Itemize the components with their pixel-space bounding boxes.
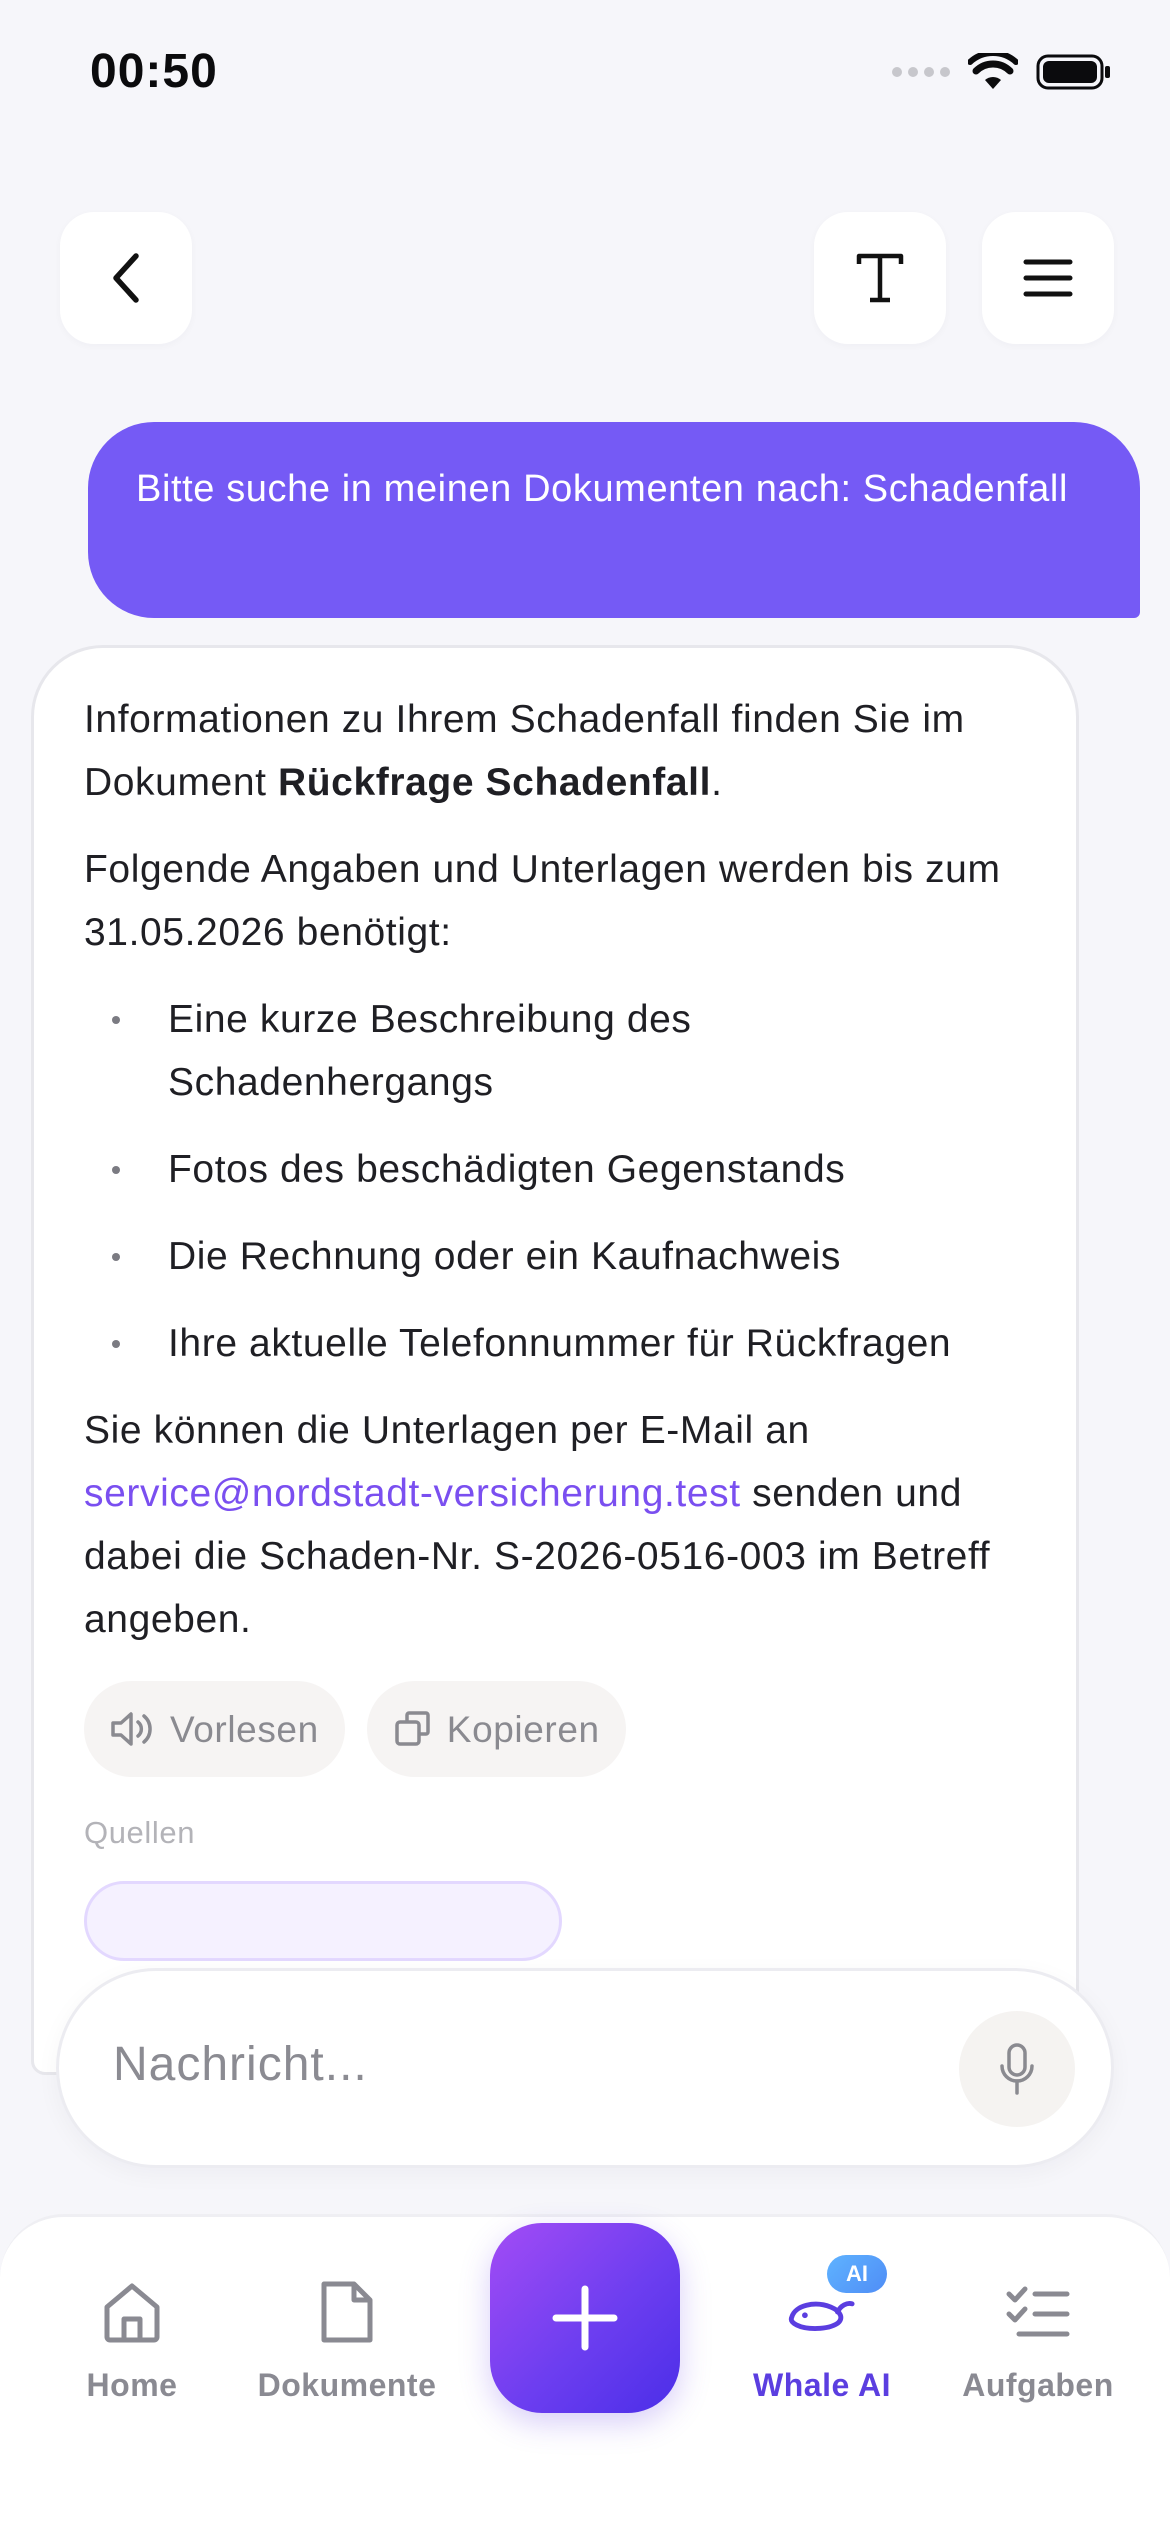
hamburger-menu-icon [1023,259,1073,297]
copy-button[interactable]: Kopieren [366,1681,626,1777]
bullet-icon [112,1016,120,1024]
email-prefix: Sie können die Unterlagen per E-Mail an [84,1409,810,1452]
message-input-bar[interactable]: Nachricht... [56,1968,1114,2168]
microphone-button[interactable] [959,2011,1075,2127]
ai-badge: AI [827,2255,887,2293]
home-icon [104,2283,160,2343]
status-time: 00:50 [90,45,218,98]
status-icons [892,52,1112,92]
signal-icon [892,67,950,77]
list-item: Die Rechnung oder ein Kaufnachweis [84,1225,1028,1288]
tasks-icon [1006,2286,1070,2337]
tab-label: Home [86,2367,178,2403]
list-item-text: Ihre aktuelle Telefonnummer für Rückfrag… [168,1322,952,1365]
document-icon [321,2281,373,2343]
email-link[interactable]: service@nordstadt-versicherung.test [84,1472,741,1515]
chevron-left-icon [113,253,139,303]
tab-label: Aufgaben [962,2367,1114,2403]
tab-label: Dokumente [257,2367,437,2403]
bullet-icon [112,1340,120,1348]
list-item: Ihre aktuelle Telefonnummer für Rückfrag… [84,1312,1028,1375]
email-instructions: Sie können die Unterlagen per E-Mail an … [84,1399,1028,1651]
message-input-placeholder: Nachricht... [113,2038,368,2091]
battery-icon [1036,54,1110,90]
sources-heading: Quellen [84,1815,196,1850]
microphone-icon [1000,2043,1034,2095]
list-item-text: Eine kurze Beschreibung des Schadenherga… [168,998,692,1104]
assistant-intro: Informationen zu Ihrem Schadenfall finde… [84,688,1028,814]
source-chip[interactable] [84,1881,562,1961]
assistant-message-card: Informationen zu Ihrem Schadenfall finde… [31,645,1079,2075]
copy-icon [395,1711,430,1746]
tab-documents[interactable]: Dokumente [232,2277,462,2404]
read-aloud-label: Vorlesen [170,1708,319,1750]
read-aloud-button[interactable]: Vorlesen [84,1681,345,1777]
text-size-icon [856,253,904,303]
tab-whale-ai[interactable]: AI Whale AI [707,2255,937,2404]
plus-icon [552,2285,618,2351]
copy-label: Kopieren [446,1708,600,1750]
tab-label: Whale AI [753,2367,891,2403]
tab-tasks[interactable]: Aufgaben [923,2277,1153,2404]
add-button[interactable] [490,2223,680,2413]
message-actions: Vorlesen Kopieren [84,1681,1028,1777]
bullet-icon [112,1166,120,1174]
speaker-icon [111,1712,152,1746]
document-name: Rückfrage Schadenfall [277,761,712,804]
status-bar: 00:50 [0,0,1170,150]
bullet-icon [112,1253,120,1261]
back-button[interactable] [60,212,192,344]
wifi-icon [968,53,1018,89]
list-item: Fotos des beschädigten Gegenstands [84,1138,1028,1201]
tab-home[interactable]: Home [17,2277,247,2404]
user-message-bubble: Bitte suche in meinen Dokumenten nach: S… [88,422,1140,618]
text-size-button[interactable] [814,212,946,344]
user-message-text: Bitte suche in meinen Dokumenten nach: S… [136,468,1068,510]
intro-suffix: . [711,761,723,804]
menu-button[interactable] [982,212,1114,344]
requirements-list: Eine kurze Beschreibung des Schadenherga… [84,988,1028,1375]
list-item: Eine kurze Beschreibung des Schadenherga… [84,988,1028,1114]
list-item-text: Fotos des beschädigten Gegenstands [168,1148,846,1191]
needed-documents-text: Folgende Angaben und Unterlagen werden b… [84,848,1001,954]
list-item-text: Die Rechnung oder ein Kaufnachweis [168,1235,841,1278]
